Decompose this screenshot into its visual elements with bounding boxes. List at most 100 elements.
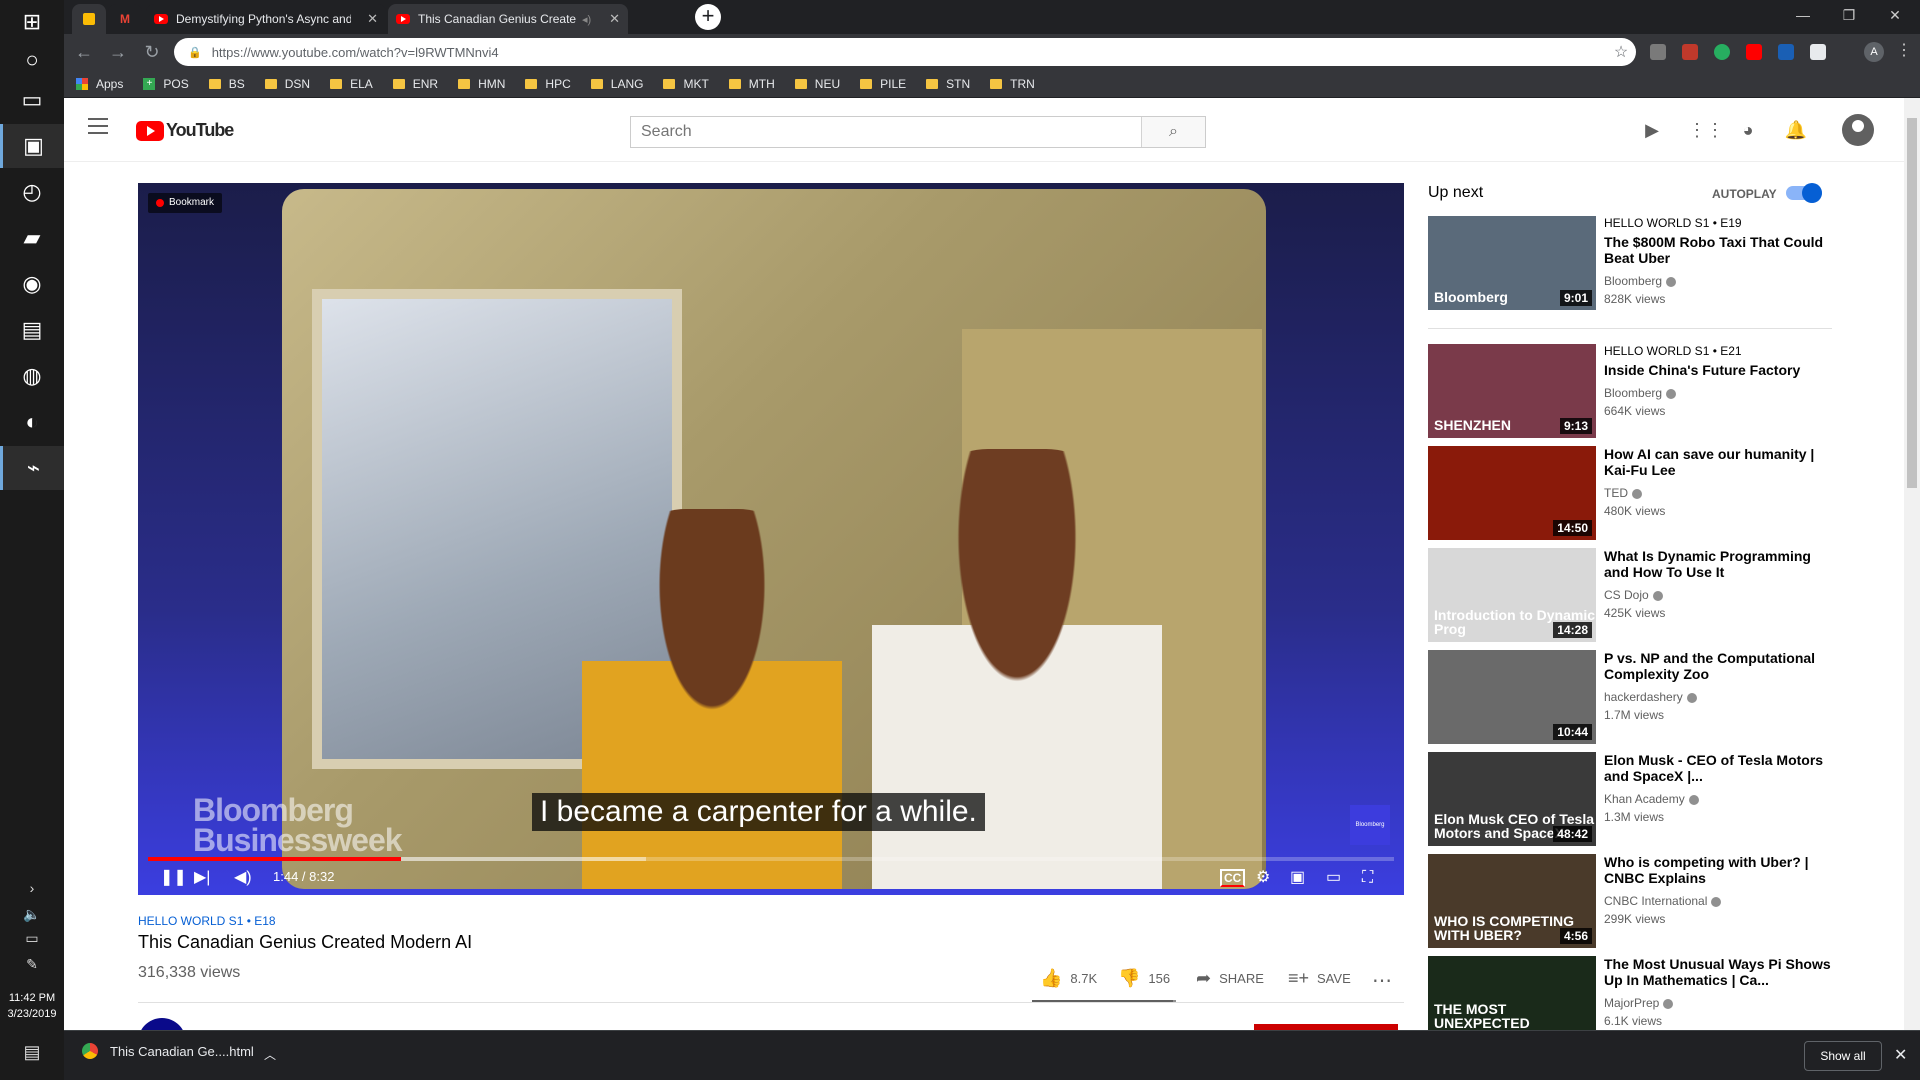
bookmark-apps[interactable]: Apps <box>76 77 123 91</box>
bookmark-folder[interactable]: HPC <box>525 77 571 91</box>
restore-button[interactable]: ❐ <box>1826 0 1872 30</box>
video-thumbnail[interactable]: 10:44 <box>1428 650 1596 744</box>
bookmark-folder[interactable]: STN <box>926 77 970 91</box>
notifications-bell-icon[interactable]: 🔔 <box>1784 118 1808 142</box>
lock-icon[interactable]: 🔒 <box>188 46 202 59</box>
captions-button[interactable]: CC <box>1220 867 1246 889</box>
page-scrollbar[interactable] <box>1904 98 1920 1030</box>
extension-abp-icon[interactable] <box>1682 44 1698 60</box>
menu-icon[interactable] <box>88 118 108 134</box>
channel-name[interactable]: CNBC International <box>1604 892 1832 910</box>
bookmark-folder[interactable]: PILE <box>860 77 906 91</box>
video-series-link[interactable]: HELLO WORLD S1 • E18 <box>138 914 276 928</box>
video-thumbnail[interactable]: 14:50 <box>1428 446 1596 540</box>
video-title[interactable]: Elon Musk - CEO of Tesla Motors and Spac… <box>1604 752 1832 784</box>
close-download-bar-icon[interactable]: ✕ <box>1894 1045 1907 1065</box>
bookmark-folder[interactable]: DSN <box>264 77 310 91</box>
video-title[interactable]: P vs. NP and the Computational Complexit… <box>1604 650 1832 682</box>
bookmark-folder[interactable]: MKT <box>663 77 709 91</box>
extension-green-icon[interactable] <box>1714 44 1730 60</box>
channel-name[interactable]: CS Dojo <box>1604 586 1832 604</box>
bookmark-folder[interactable]: LANG <box>590 77 643 91</box>
settings-button[interactable]: ⚙ <box>1256 867 1270 889</box>
tab-python-async[interactable]: Demystifying Python's Async and ✕ <box>146 4 386 34</box>
youtube-logo[interactable]: YouTube <box>136 120 234 141</box>
bookmark-folder[interactable]: BS <box>208 77 245 91</box>
video-thumbnail[interactable]: Elon Musk CEO of Tesla Motors and SpaceX… <box>1428 752 1596 846</box>
channel-name[interactable]: hackerdashery <box>1604 688 1832 706</box>
cortana-icon[interactable]: ○ <box>0 38 64 82</box>
close-tab-icon[interactable]: ✕ <box>367 11 378 27</box>
bookmark-pos[interactable]: + POS <box>143 77 189 91</box>
download-item[interactable]: This Canadian Ge....html <box>82 1043 254 1059</box>
extension-new-icon[interactable] <box>1778 44 1794 60</box>
next-button[interactable]: ▶| <box>194 867 210 889</box>
back-button[interactable]: ← <box>72 40 96 64</box>
channel-name[interactable]: Bloomberg <box>1604 384 1832 402</box>
apps-grid-icon[interactable]: ⋮⋮ <box>1688 118 1724 142</box>
pen-icon[interactable]: ✎ <box>0 956 64 973</box>
more-actions-button[interactable]: ⋯ <box>1372 968 1392 993</box>
task-view-icon[interactable]: ▭ <box>0 78 64 122</box>
recommended-video[interactable]: Bloomberg 9:01 HELLO WORLD S1 • E19 The $… <box>1428 216 1832 310</box>
bookmark-star-icon[interactable]: ☆ <box>1606 42 1636 62</box>
video-title[interactable]: Inside China's Future Factory <box>1604 362 1832 378</box>
url-text[interactable]: https://www.youtube.com/watch?v=l9RWTMNn… <box>212 45 1606 60</box>
video-title[interactable]: How AI can save our humanity | Kai-Fu Le… <box>1604 446 1832 478</box>
reload-button[interactable]: ↻ <box>140 40 164 64</box>
extension-youtube-icon[interactable] <box>1746 44 1762 60</box>
chrome-menu-icon[interactable]: ⋮ <box>1896 40 1912 60</box>
clock-app-icon[interactable]: ◴ <box>0 170 64 214</box>
fullscreen-button[interactable]: ⛶ <box>1362 867 1373 889</box>
video-title[interactable]: The $800M Robo Taxi That Could Beat Uber <box>1604 234 1832 266</box>
steam-icon[interactable]: ◐ <box>0 400 64 444</box>
video-thumbnail[interactable]: WHO IS COMPETING WITH UBER? 4:56 <box>1428 854 1596 948</box>
forward-button[interactable]: → <box>106 40 130 64</box>
audio-playing-icon[interactable]: ◂) <box>582 13 591 26</box>
search-input[interactable] <box>631 117 1141 147</box>
bookmark-folder[interactable]: HMN <box>458 77 505 91</box>
recommended-video[interactable]: Introduction to Dynamic Prog 14:28 What I… <box>1428 548 1832 642</box>
progress-bar[interactable] <box>148 857 1394 861</box>
bookmark-folder[interactable]: TRN <box>990 77 1035 91</box>
bookmark-folder[interactable]: MTH <box>728 77 775 91</box>
tray-expand-icon[interactable]: › <box>0 880 64 896</box>
channel-name[interactable]: Khan Academy <box>1604 790 1832 808</box>
bookmark-folder[interactable]: NEU <box>794 77 840 91</box>
miniplayer-button[interactable]: ▣ <box>1290 867 1305 889</box>
theater-mode-button[interactable]: ▭ <box>1326 867 1341 889</box>
recommended-video[interactable]: 14:50 How AI can save our humanity | Kai… <box>1428 446 1832 540</box>
volume-icon[interactable]: 🔈 <box>0 906 64 923</box>
chrome-icon[interactable]: ◉ <box>0 262 64 306</box>
close-tab-icon[interactable]: ✕ <box>609 11 620 27</box>
pinned-tab-keep[interactable] <box>72 4 106 34</box>
app-e-icon[interactable]: ▣ <box>0 124 64 168</box>
new-tab-button[interactable]: + <box>695 4 721 30</box>
network-icon[interactable]: ▭ <box>0 930 64 947</box>
account-avatar[interactable] <box>1842 114 1874 146</box>
search-button[interactable]: ⌕ <box>1141 117 1205 147</box>
minimize-button[interactable]: — <box>1780 0 1826 30</box>
pinned-tab-gmail[interactable]: M <box>108 4 142 34</box>
autoplay-toggle[interactable] <box>1786 183 1822 203</box>
video-title[interactable]: Who is competing with Uber? | CNBC Expla… <box>1604 854 1832 886</box>
chat-app-icon[interactable]: ◍ <box>0 354 64 398</box>
profile-avatar[interactable]: A <box>1864 42 1884 62</box>
channel-name[interactable]: MajorPrep <box>1604 994 1832 1012</box>
save-button[interactable]: ≡+ SAVE <box>1288 968 1351 989</box>
recommended-video[interactable]: WHO IS COMPETING WITH UBER? 4:56 Who is c… <box>1428 854 1832 948</box>
action-center-icon[interactable]: ▤ <box>0 1042 64 1063</box>
address-bar[interactable]: 🔒 https://www.youtube.com/watch?v=l9RWTM… <box>174 38 1636 66</box>
extension-gear-icon[interactable] <box>1810 44 1826 60</box>
channel-name[interactable]: Bloomberg <box>1604 272 1832 290</box>
chevron-up-icon[interactable]: ︿ <box>264 1046 276 1063</box>
video-thumbnail[interactable]: Introduction to Dynamic Prog 14:28 <box>1428 548 1596 642</box>
recommended-video[interactable]: 10:44 P vs. NP and the Computational Com… <box>1428 650 1832 744</box>
create-video-icon[interactable]: ▶ <box>1640 118 1664 142</box>
scrollbar-thumb[interactable] <box>1907 118 1917 488</box>
share-button[interactable]: ➦ SHARE <box>1196 968 1264 989</box>
close-window-button[interactable]: ✕ <box>1872 0 1918 30</box>
like-button[interactable]: 👍 8.7K <box>1040 968 1097 989</box>
bookmark-folder[interactable]: ENR <box>392 77 438 91</box>
volume-button[interactable]: ◀) <box>234 867 252 889</box>
